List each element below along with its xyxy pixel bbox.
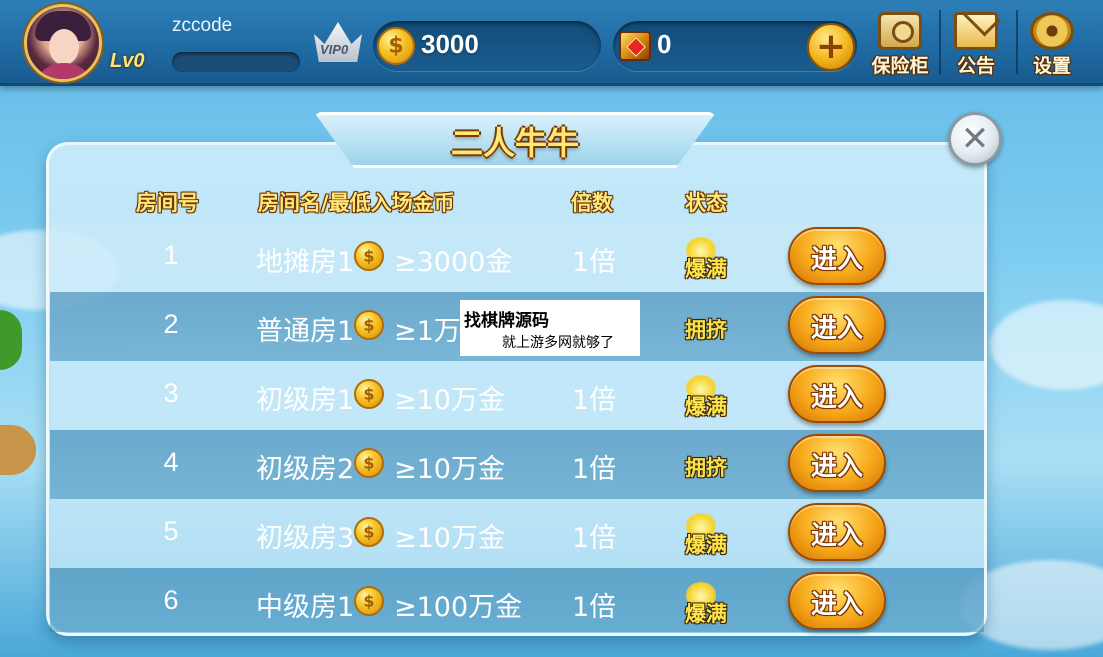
- close-icon: ✕: [960, 119, 990, 159]
- status-text: 爆满: [685, 256, 727, 281]
- room-number: 6: [163, 585, 179, 615]
- enter-room-button[interactable]: 进入: [788, 503, 886, 561]
- enter-label: 进入: [810, 314, 863, 344]
- table-row: 3 初级房1 ≥10万金 1倍 爆满 进入: [50, 361, 984, 430]
- room-multiplier: 1倍: [572, 247, 617, 278]
- plus-icon: +: [815, 26, 847, 67]
- header-status: 状态: [685, 190, 727, 215]
- safe-button[interactable]: 保险柜: [864, 8, 936, 78]
- header-multiplier: 倍数: [571, 190, 613, 215]
- room-min-gold: ≥3000金: [394, 247, 513, 278]
- coin-icon: [354, 310, 384, 340]
- enter-label: 进入: [810, 383, 863, 413]
- coin-icon: [354, 241, 384, 271]
- experience-bar: [172, 52, 300, 72]
- page-title: 二人牛牛: [450, 124, 579, 162]
- header-room-no: 房间号: [136, 190, 199, 215]
- status-text: 爆满: [685, 394, 727, 419]
- room-number: 4: [163, 447, 179, 477]
- enter-room-button[interactable]: 进入: [788, 365, 886, 423]
- room-min-gold: ≥10万金: [394, 385, 505, 416]
- settings-button[interactable]: 设置: [1016, 8, 1088, 78]
- room-number: 1: [163, 240, 179, 270]
- table-row: 1 地摊房1 ≥3000金 1倍 爆满 进入: [50, 223, 984, 292]
- safe-label: 保险柜: [871, 55, 929, 77]
- status-text: 拥挤: [685, 455, 727, 480]
- coin-icon: [354, 448, 384, 478]
- room-status: 拥挤: [678, 306, 734, 352]
- vip-badge[interactable]: VIP0: [312, 22, 364, 64]
- room-status: 爆满: [678, 237, 734, 283]
- room-name: 地摊房1: [256, 247, 355, 278]
- enter-room-button[interactable]: 进入: [788, 227, 886, 285]
- room-multiplier: 1倍: [572, 592, 617, 623]
- settings-label: 设置: [1032, 55, 1071, 77]
- room-multiplier: 1倍: [572, 454, 617, 485]
- enter-label: 进入: [810, 452, 863, 482]
- watermark: 找棋牌源码 就上游多网就够了: [460, 300, 640, 356]
- room-min-gold: ≥100万金: [394, 592, 523, 623]
- room-multiplier: 1倍: [572, 523, 617, 554]
- room-status: 爆满: [678, 375, 734, 421]
- room-name: 中级房1: [256, 592, 355, 623]
- room-multiplier: 1倍: [572, 385, 617, 416]
- gear-icon: [1030, 12, 1074, 50]
- room-number: 2: [163, 309, 179, 339]
- gold-amount: 3000: [421, 29, 479, 59]
- gold-balance: 3000: [373, 21, 601, 71]
- enter-room-button[interactable]: 进入: [788, 572, 886, 630]
- notice-label: 公告: [956, 55, 995, 77]
- palm-tree-decoration: [0, 310, 22, 370]
- coin-icon: [354, 379, 384, 409]
- room-status: 拥挤: [678, 444, 734, 490]
- enter-label: 进入: [810, 245, 863, 275]
- island-decoration: [0, 425, 36, 475]
- coin-icon: [354, 586, 384, 616]
- envelope-icon: [954, 12, 998, 50]
- enter-room-button[interactable]: 进入: [788, 296, 886, 354]
- table-row: 5 初级房3 ≥10万金 1倍 爆满 进入: [50, 499, 984, 568]
- room-name: 初级房3: [256, 523, 355, 554]
- table-header: 房间号 房间名/最低入场金币 倍数 状态: [0, 187, 1103, 217]
- safe-icon: [878, 12, 922, 50]
- avatar[interactable]: [24, 4, 102, 82]
- gem-amount: 0: [657, 29, 672, 59]
- watermark-line1: 找棋牌源码: [464, 311, 549, 331]
- room-name: 普通房1: [256, 316, 355, 347]
- recharge-button[interactable]: +: [807, 23, 855, 71]
- avatar-face: [49, 29, 79, 65]
- room-status: 爆满: [678, 582, 734, 628]
- header-room-name: 房间名/最低入场金币: [258, 190, 455, 215]
- coin-icon: [354, 517, 384, 547]
- coin-icon: [377, 27, 415, 65]
- room-name: 初级房2: [256, 454, 355, 485]
- table-row: 4 初级房2 ≥10万金 1倍 拥挤 进入: [50, 430, 984, 499]
- vip-label: VIP0: [320, 42, 349, 57]
- room-number: 3: [163, 378, 179, 408]
- room-status: 爆满: [678, 513, 734, 559]
- enter-room-button[interactable]: 进入: [788, 434, 886, 492]
- username: zccode: [172, 15, 233, 36]
- status-text: 拥挤: [685, 317, 727, 342]
- treasure-chest-icon: [619, 31, 651, 61]
- room-min-gold: ≥10万金: [394, 454, 505, 485]
- room-min-gold: ≥10万金: [394, 523, 505, 554]
- room-name: 初级房1: [256, 385, 355, 416]
- watermark-line2: 就上游多网就够了: [502, 335, 614, 351]
- top-bar: Lv0 zccode VIP0 3000 0 + 保险柜 公告 设置: [0, 0, 1103, 86]
- status-text: 爆满: [685, 601, 727, 626]
- background-cloud: [990, 300, 1103, 390]
- room-number: 5: [163, 516, 179, 546]
- table-row: 6 中级房1 ≥100万金 1倍 爆满 进入: [50, 568, 984, 632]
- avatar-robe: [33, 63, 95, 79]
- enter-label: 进入: [810, 590, 863, 620]
- status-text: 爆满: [685, 532, 727, 557]
- notice-button[interactable]: 公告: [940, 8, 1012, 78]
- enter-label: 进入: [810, 521, 863, 551]
- user-level: Lv0: [110, 50, 145, 72]
- close-button[interactable]: ✕: [948, 112, 1002, 166]
